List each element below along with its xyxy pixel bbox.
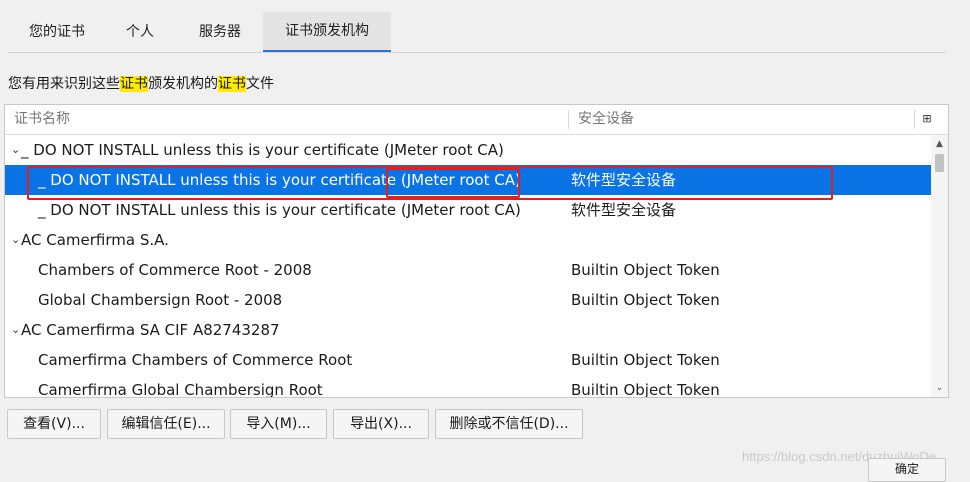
scroll-down-icon[interactable]: ⌄ — [931, 381, 948, 395]
column-divider[interactable] — [568, 110, 569, 129]
column-header-device[interactable]: 安全设备 — [578, 105, 634, 134]
ok-button[interactable]: 确定 — [868, 458, 946, 482]
tree-header: 证书名称 安全设备 ⊞ — [5, 105, 948, 135]
tab-personal[interactable]: 个人 — [108, 12, 172, 52]
description-text: 您有用来识别这些证书颁发机构的证书文件 — [8, 76, 274, 92]
scrollbar-thumb[interactable] — [935, 154, 944, 172]
tree-row[interactable]: Chambers of Commerce Root - 2008 Builtin… — [5, 255, 931, 285]
tree-row[interactable]: Camerfirma Chambers of Commerce Root Bui… — [5, 345, 931, 375]
tree-row[interactable]: Global Chambersign Root - 2008 Builtin O… — [5, 285, 931, 315]
edit-trust-button[interactable]: 编辑信任(E)... — [107, 409, 225, 439]
annotation-box-jmeter — [386, 168, 520, 198]
delete-or-distrust-button[interactable]: 删除或不信任(D)... — [435, 409, 583, 439]
certificate-tree[interactable]: 证书名称 安全设备 ⊞ ⌄ _ DO NOT INSTALL unless th… — [4, 104, 949, 398]
tree-group-row[interactable]: ⌄ AC Camerfirma SA CIF A82743287 — [5, 315, 931, 345]
import-button[interactable]: 导入(M)... — [230, 409, 327, 439]
tree-group-row[interactable]: ⌄ AC Camerfirma S.A. — [5, 225, 931, 255]
column-picker-icon[interactable]: ⊞ — [920, 112, 934, 126]
tab-bar: 您的证书 个人 服务器 证书颁发机构 — [8, 12, 946, 53]
tab-your-certificates[interactable]: 您的证书 — [16, 12, 98, 52]
view-button[interactable]: 查看(V)... — [7, 409, 101, 439]
tree-row[interactable]: Camerfirma Global Chambersign Root Built… — [5, 375, 931, 397]
vertical-scrollbar[interactable]: ▲ ⌄ — [931, 135, 948, 397]
tab-authorities[interactable]: 证书颁发机构 — [263, 12, 391, 52]
tab-servers[interactable]: 服务器 — [182, 12, 258, 52]
scroll-up-icon[interactable]: ▲ — [931, 137, 948, 151]
export-button[interactable]: 导出(X)... — [333, 409, 429, 439]
highlighted-term: 证书 — [120, 76, 148, 92]
tree-group-row[interactable]: ⌄ _ DO NOT INSTALL unless this is your c… — [5, 135, 931, 165]
column-divider[interactable] — [914, 110, 915, 129]
highlighted-term: 证书 — [218, 76, 246, 92]
column-header-name[interactable]: 证书名称 — [14, 105, 70, 134]
